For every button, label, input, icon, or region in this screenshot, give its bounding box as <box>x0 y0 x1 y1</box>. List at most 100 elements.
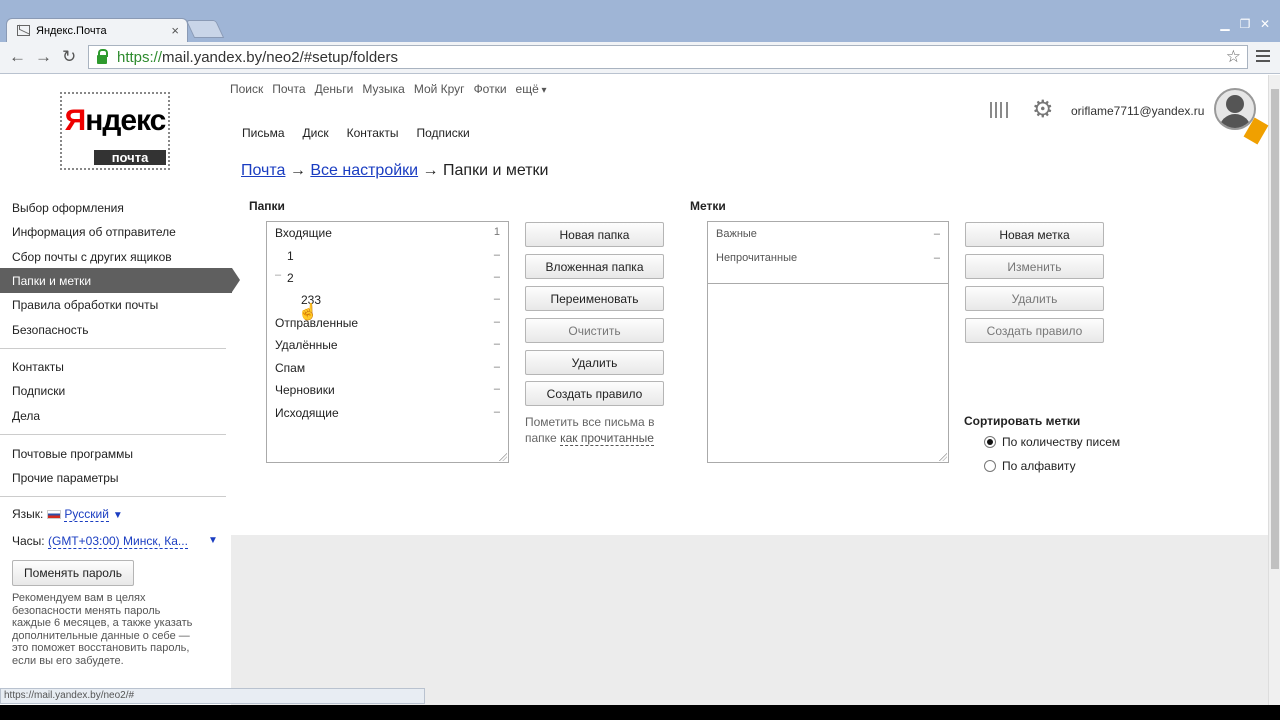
sort-by-count-radio[interactable]: По количеству писем <box>984 435 1120 449</box>
breadcrumb: Почта → Все настройки → Папки и метки <box>241 162 549 179</box>
breadcrumb-mail-link[interactable]: Почта <box>241 162 285 179</box>
edit-label-button[interactable]: Изменить <box>965 254 1104 279</box>
sidebar-divider <box>0 496 226 497</box>
scrollbar-thumb[interactable] <box>1271 89 1279 569</box>
radio-checked-icon[interactable] <box>984 436 996 448</box>
sidebar-item-security[interactable]: Безопасность <box>12 323 89 337</box>
list-item[interactable]: Важные – <box>716 228 940 248</box>
labels-title: Метки <box>690 199 726 213</box>
nav-photos[interactable]: Фотки <box>474 82 507 96</box>
browser-window: Яндекс.Почта × ▁ ❐ ✕ ← → ↻ https:// mail… <box>0 0 1280 720</box>
minimize-icon[interactable]: ▁ <box>1218 17 1232 31</box>
bookmark-star-icon[interactable]: ☆ <box>1226 47 1241 67</box>
yandex-mail-logo[interactable]: Яндекс почта <box>60 92 170 170</box>
sidebar-item-todo[interactable]: Дела <box>12 409 40 423</box>
sidebar-item-filters[interactable]: Правила обработки почты <box>12 298 158 312</box>
list-item[interactable]: Непрочитанные – <box>716 252 940 272</box>
list-item[interactable]: Входящие 1 <box>275 226 500 246</box>
user-email[interactable]: oriflame7711@yandex.ru <box>1071 104 1204 118</box>
list-item[interactable]: –2– <box>275 269 500 291</box>
list-item[interactable]: Удалённые – <box>275 338 500 358</box>
subnav-contacts[interactable]: Контакты <box>347 126 399 140</box>
logo-brand: Яндекс <box>64 104 167 137</box>
url-scheme: https:// <box>117 48 163 66</box>
nav-mail[interactable]: Почта <box>272 82 305 96</box>
nav-music[interactable]: Музыка <box>362 82 404 96</box>
back-arrow-icon[interactable]: ← <box>9 47 26 67</box>
services-nav: Поиск Почта Деньги Музыка Мой Круг Фотки… <box>230 82 547 96</box>
new-label-button[interactable]: Новая метка <box>965 222 1104 247</box>
new-tab-button[interactable] <box>185 20 225 38</box>
labels-list[interactable]: Важные – Непрочитанные – <box>707 221 949 463</box>
browser-menu-icon[interactable] <box>1256 50 1270 62</box>
resize-grip-icon[interactable] <box>939 453 947 461</box>
list-item[interactable]: 1– <box>275 249 500 269</box>
nav-search[interactable]: Поиск <box>230 82 263 96</box>
sort-labels-title: Сортировать метки <box>964 414 1081 428</box>
create-label-rule-button[interactable]: Создать правило <box>965 318 1104 343</box>
url-text: mail.yandex.by/neo2/#setup/folders <box>162 48 399 66</box>
list-item[interactable]: Черновики – <box>275 383 500 403</box>
change-password-button[interactable]: Поменять пароль <box>12 560 134 586</box>
sidebar-item-contacts[interactable]: Контакты <box>12 360 64 374</box>
new-folder-button[interactable]: Новая папка <box>525 222 664 247</box>
window-controls: ▁ ❐ ✕ <box>1218 17 1272 31</box>
rename-button[interactable]: Переименовать <box>525 286 664 311</box>
language-label: Язык: <box>12 507 44 521</box>
hand-cursor-icon: ☝ <box>298 304 318 321</box>
resize-grip-icon[interactable] <box>499 453 507 461</box>
browser-tab[interactable]: Яндекс.Почта × <box>6 18 188 42</box>
tab-close-icon[interactable]: × <box>171 23 179 38</box>
sidebar-item-folders[interactable]: Папки и метки <box>12 274 91 288</box>
sidebar-divider <box>0 348 226 349</box>
vertical-scrollbar[interactable] <box>1268 75 1280 705</box>
password-hint: Рекомендуем вам в целях безопасности мен… <box>12 592 193 667</box>
sidebar-item-other[interactable]: Прочие параметры <box>12 471 119 485</box>
sidebar-item-collector[interactable]: Сбор почты с других ящиков <box>12 250 172 264</box>
subfolder-button[interactable]: Вложенная папка <box>525 254 664 279</box>
gear-icon[interactable]: ⚙ <box>1032 98 1054 122</box>
sidebar-item-mail-clients[interactable]: Почтовые программы <box>12 447 133 461</box>
nav-moikrug[interactable]: Мой Круг <box>414 82 465 96</box>
clock-label: Часы: <box>12 534 45 548</box>
lock-icon <box>97 48 108 64</box>
mark-all-read: Пометить все письма в папке как прочитан… <box>525 415 655 446</box>
chevron-down-icon[interactable]: ▼ <box>208 535 218 546</box>
tab-title: Яндекс.Почта <box>36 24 107 37</box>
books-icon[interactable] <box>990 102 1008 118</box>
create-rule-button[interactable]: Создать правило <box>525 381 664 406</box>
sidebar-item-sender-info[interactable]: Информация об отправителе <box>12 225 176 239</box>
nav-more[interactable]: ещё <box>516 82 547 96</box>
breadcrumb-settings-link[interactable]: Все настройки <box>310 162 418 179</box>
list-item[interactable]: Исходящие – <box>275 406 500 426</box>
sidebar-item-theme[interactable]: Выбор оформления <box>12 201 124 215</box>
subnav-disk[interactable]: Диск <box>303 126 329 140</box>
close-window-icon[interactable]: ✕ <box>1258 17 1272 31</box>
address-bar[interactable]: https:// mail.yandex.by/neo2/#setup/fold… <box>88 45 1248 69</box>
folders-title: Папки <box>249 199 285 213</box>
chevron-down-icon[interactable]: ▼ <box>113 510 123 521</box>
list-item[interactable]: Спам – <box>275 361 500 381</box>
radio-unchecked-icon[interactable] <box>984 460 996 472</box>
tab-strip: Яндекс.Почта × ▁ ❐ ✕ <box>0 0 1280 42</box>
folders-list[interactable]: Входящие 1 1– –2– 233– Отправленные – Удал… <box>266 221 509 463</box>
restore-icon[interactable]: ❐ <box>1238 17 1252 31</box>
sort-alpha-radio[interactable]: По алфавиту <box>984 459 1076 473</box>
language-select[interactable]: Русский <box>64 507 109 522</box>
collapse-toggle-icon[interactable]: – <box>275 269 281 281</box>
nav-money[interactable]: Деньги <box>315 82 354 96</box>
sidebar-divider <box>0 434 226 435</box>
subnav-letters[interactable]: Письма <box>242 126 285 140</box>
russian-flag-icon <box>47 510 62 520</box>
sidebar-item-subscriptions[interactable]: Подписки <box>12 384 65 398</box>
status-bar: https://mail.yandex.by/neo2/# <box>0 688 425 704</box>
clock-row: Часы: (GMT+03:00) Минск, Ка... <box>12 534 188 549</box>
timezone-select[interactable]: (GMT+03:00) Минск, Ка... <box>47 534 188 549</box>
forward-arrow-icon[interactable]: → <box>35 47 52 67</box>
subnav-subscriptions[interactable]: Подписки <box>416 126 469 140</box>
clear-button[interactable]: Очистить <box>525 318 664 343</box>
delete-folder-button[interactable]: Удалить <box>525 350 664 375</box>
mark-read-link[interactable]: как прочитанные <box>560 431 654 446</box>
reload-icon[interactable]: ↻ <box>62 47 76 67</box>
delete-label-button[interactable]: Удалить <box>965 286 1104 311</box>
